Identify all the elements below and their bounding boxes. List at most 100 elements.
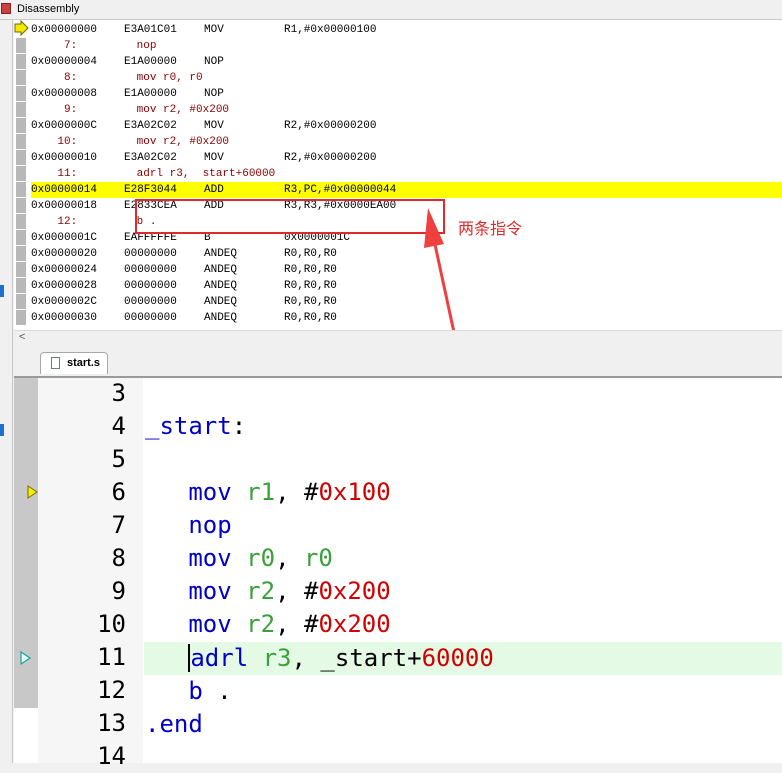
line-number: 4 [111,412,126,440]
instruction-address: 0x00000030 [31,312,98,324]
gutter-marker [16,38,26,53]
code-register: r1 [246,478,276,506]
disassembly-instruction-line[interactable]: 0x0000002C 00000000 ANDEQ R0,R0,R0 [31,294,782,310]
instruction-opcode: 00000000 [124,248,177,260]
source-text: 8: mov r0, r0 [31,72,203,84]
gutter-marker [16,102,26,117]
instruction-address: 0x00000008 [31,88,98,100]
scroll-left-icon[interactable]: < [19,331,25,343]
instruction-opcode: E3A02C02 [124,152,177,164]
source-text: 11: adrl r3, start+60000 [31,168,276,180]
disassembly-gutter [14,20,30,330]
tab-label: start.s [67,357,101,369]
instruction-mnemonic: MOV [204,24,224,36]
gutter-marker [16,230,26,245]
instruction-operands: R0,R0,R0 [284,312,337,324]
code-separator: , [275,610,304,638]
code-line-8[interactable]: mov r0, r0 [145,542,333,575]
code-hash: # [303,610,319,638]
instruction-opcode: E1A00000 [124,88,177,100]
instruction-opcode: E3A01C01 [124,24,177,36]
disassembly-instruction-line[interactable]: 0x00000014 E28F3044 ADD R3,PC,#0x00000044 [31,182,782,198]
code-immediate: 60000 [421,644,494,672]
code-mnemonic: nop [188,511,232,539]
disassembly-source-line[interactable]: 8: mov r0, r0 [31,70,782,86]
instruction-mnemonic: ADD [204,184,224,196]
instruction-address: 0x00000024 [31,264,98,276]
code-line-4[interactable]: _start: [145,410,246,443]
source-editor[interactable] [14,378,782,763]
instruction-mnemonic: ANDEQ [204,264,238,276]
instruction-address: 0x0000002C [31,296,98,308]
code-plus: + [407,644,422,672]
line-number: 6 [111,478,126,506]
code-colon: : [231,412,247,440]
instruction-mnemonic: ANDEQ [204,280,238,292]
instruction-mnemonic: MOV [204,152,224,164]
code-mnemonic: mov [188,577,232,605]
disassembly-source-line[interactable]: 9: mov r2, #0x200 [31,102,782,118]
instruction-opcode: 00000000 [124,264,177,276]
instruction-operands: R0,R0,R0 [284,296,337,308]
disassembly-hscrollbar[interactable]: < [14,330,782,346]
code-hash: # [303,478,319,506]
disassembly-instruction-line[interactable]: 0x00000010 E3A02C02 MOV R2,#0x00000200 [31,150,782,166]
instruction-address: 0x00000010 [31,152,98,164]
instruction-address: 0x0000001C [31,232,98,244]
disassembly-instruction-line[interactable]: 0x00000020 00000000 ANDEQ R0,R0,R0 [31,246,782,262]
instruction-mnemonic: ANDEQ [204,248,238,260]
disassembly-instruction-line[interactable]: 0x00000024 00000000 ANDEQ R0,R0,R0 [31,262,782,278]
disassembly-instruction-line[interactable]: 0x00000004 E1A00000 NOP [31,54,782,70]
instruction-opcode: 00000000 [124,280,177,292]
instruction-operands: R0,R0,R0 [284,280,337,292]
code-line-10[interactable]: mov r2, #0x200 [145,608,391,641]
gutter-marker [16,118,26,133]
gutter-marker [16,86,26,101]
disassembly-instruction-line[interactable]: 0x00000028 00000000 ANDEQ R0,R0,R0 [31,278,782,294]
disassembly-source-line[interactable]: 7: nop [31,38,782,54]
instruction-mnemonic: NOP [204,56,224,68]
disassembly-instruction-line[interactable]: 0x00000008 E1A00000 NOP [31,86,782,102]
disassembly-source-line[interactable]: 11: adrl r3, start+60000 [31,166,782,182]
disassembly-pane[interactable]: 0x00000000 E3A01C01 MOV R1,#0x00000100 7: n… [14,20,782,330]
code-line-9[interactable]: mov r2, #0x200 [145,575,391,608]
code-line-7[interactable]: nop [145,509,232,542]
code-separator: , [275,544,304,572]
gutter-marker [16,150,26,165]
gutter-marker [16,134,26,149]
instruction-address: 0x00000004 [31,56,98,68]
code-label-ref: _start [320,644,408,672]
code-line-11[interactable]: adrl r3, _start+60000 [145,642,494,675]
code-line-13[interactable]: .end [145,708,203,741]
gutter-marker [16,214,26,229]
code-mnemonic: b [188,677,203,705]
disassembly-instruction-line[interactable]: 0x0000000C E3A02C02 MOV R2,#0x00000200 [31,118,782,134]
source-text: 9: mov r2, #0x200 [31,104,230,116]
source-text: 10: mov r2, #0x200 [31,136,230,148]
code-line-6[interactable]: mov r1, #0x100 [145,476,390,509]
gutter-marker [16,166,26,181]
instruction-address: 0x00000020 [31,248,98,260]
instruction-address: 0x00000028 [31,280,98,292]
code-register: r2 [246,577,276,605]
gutter-marker [16,262,26,277]
code-immediate: 0x200 [318,610,391,638]
code-line-12[interactable]: b . [145,675,231,708]
code-immediate: 0x200 [318,577,391,605]
disassembly-source-line[interactable]: 10: mov r2, #0x200 [31,134,782,150]
gutter-marker [16,246,26,261]
panel-marker [0,424,4,436]
disassembly-window-icon [1,3,11,14]
code-register: r2 [246,610,276,638]
disassembly-instruction-line[interactable]: 0x00000030 00000000 ANDEQ R0,R0,R0 [31,310,782,326]
instruction-operands: R0,R0,R0 [284,264,337,276]
gutter-marker [16,294,26,309]
disassembly-instruction-line[interactable]: 0x00000000 E3A01C01 MOV R1,#0x00000100 [31,22,782,38]
instruction-address: 0x00000018 [31,200,98,212]
gutter-marker [16,198,26,213]
disassembly-titlebar: Disassembly [0,0,782,20]
gutter-marker [16,278,26,293]
instruction-address: 0x00000014 [31,184,98,196]
tab-start-s[interactable]: start.s [40,352,108,374]
line-number: 3 [111,379,126,407]
